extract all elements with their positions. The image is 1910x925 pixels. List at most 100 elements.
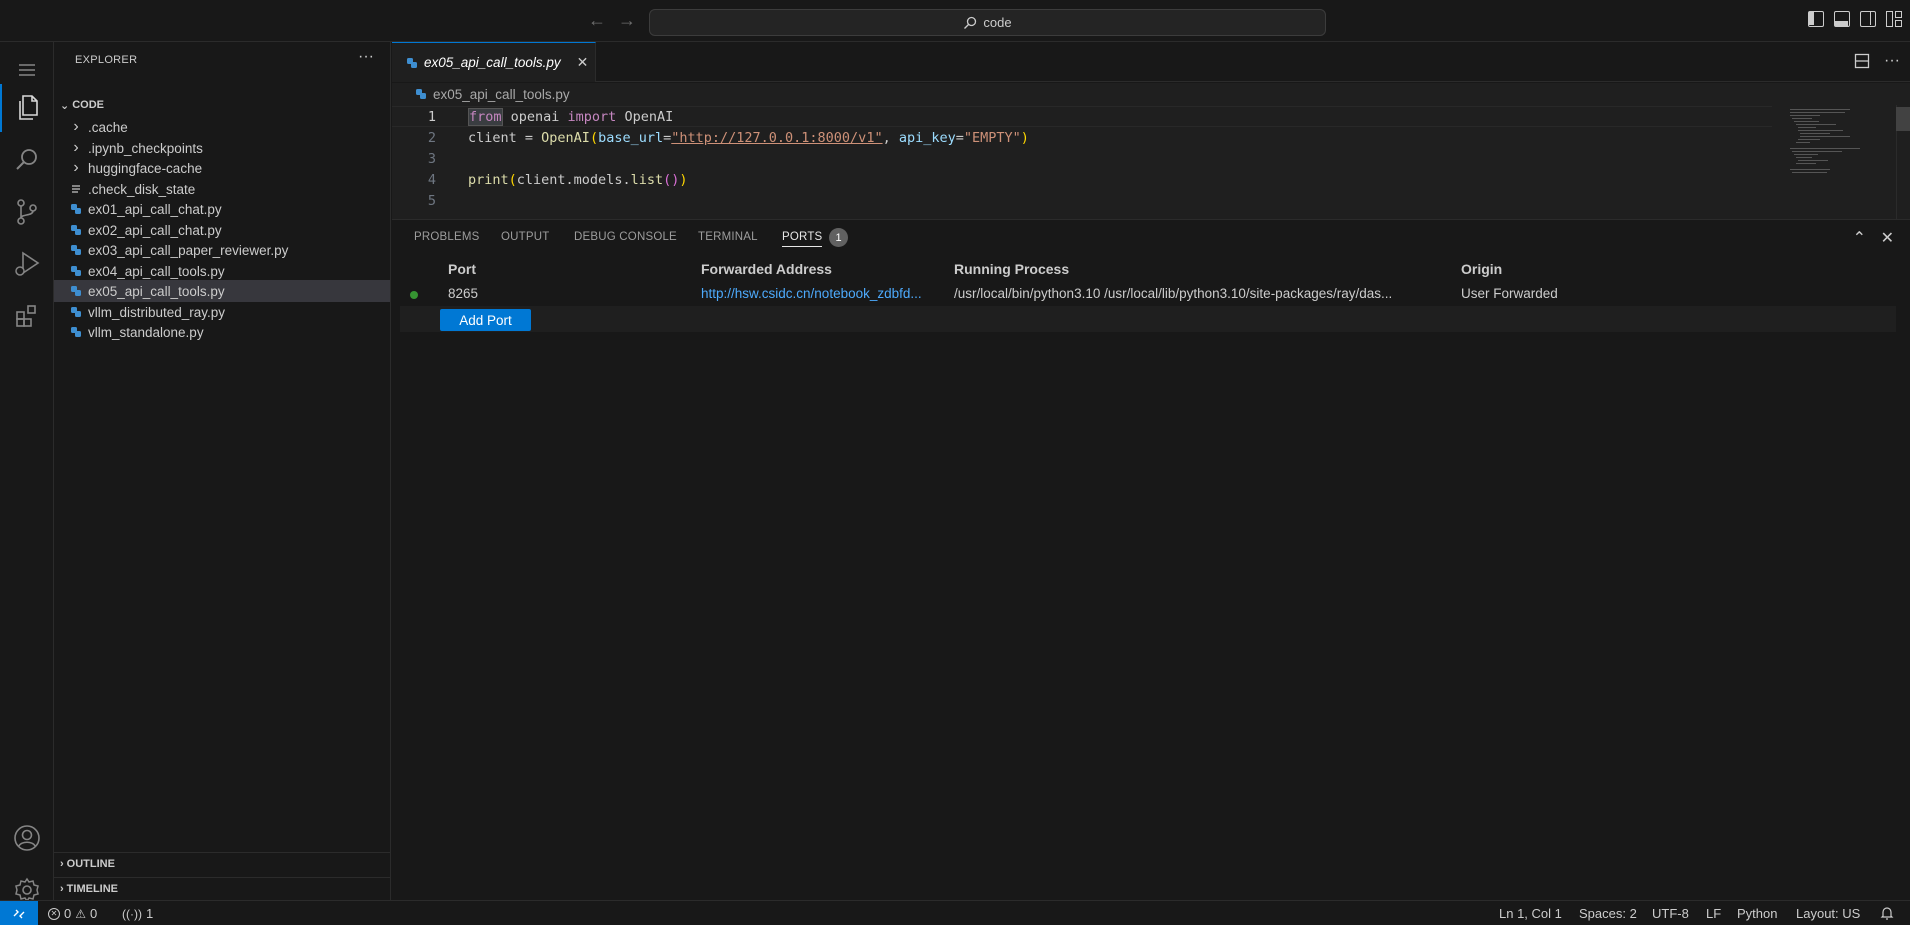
editor-scrollbar[interactable]	[1896, 105, 1910, 219]
column-header-forwarded-address[interactable]: Forwarded Address	[701, 261, 832, 277]
notifications-bell-icon[interactable]	[1880, 906, 1894, 920]
minimap[interactable]	[1790, 107, 1890, 197]
code-token: (	[508, 171, 517, 188]
chevron-right-icon: ›	[73, 139, 79, 156]
close-panel-icon[interactable]: ✕	[1881, 228, 1894, 248]
code-token: base_url	[598, 129, 664, 146]
problems-status[interactable]: ✕ 0 ⚠ 0	[48, 906, 97, 921]
editor-more-actions-icon[interactable]: ···	[1884, 52, 1900, 70]
file-tree-item[interactable]: › .cache	[54, 116, 390, 138]
customize-layout-icon[interactable]	[1886, 11, 1902, 27]
arrow-left-icon[interactable]: ←	[588, 11, 606, 29]
code-line[interactable]: 2 client = OpenAI(base_url = "http://127.0…	[392, 127, 1772, 148]
file-tree-item[interactable]: ex02_api_call_chat.py	[54, 219, 390, 241]
code-line[interactable]: 1 from openai import OpenAI	[392, 106, 1772, 127]
python-file-icon	[416, 89, 426, 99]
code-token: client =	[468, 129, 542, 146]
file-tree-item-label: .ipynb_checkpoints	[88, 140, 203, 156]
explorer-sidebar: EXPLORER ··· ⌄ CODE › .cache › .ipynb_check…	[54, 42, 391, 900]
cursor-position[interactable]: Ln 1, Col 1	[1499, 906, 1562, 921]
file-tree-item[interactable]: › huggingface-cache	[54, 157, 390, 179]
add-port-button[interactable]: Add Port	[440, 309, 531, 331]
end-of-line[interactable]: LF	[1706, 906, 1721, 921]
folder-root-header[interactable]: ⌄ CODE	[54, 94, 391, 116]
code-line[interactable]: 5	[392, 190, 1772, 211]
file-tree-item[interactable]: vllm_standalone.py	[54, 321, 390, 343]
code-token: from	[468, 107, 503, 126]
code-token: openai	[502, 108, 568, 125]
tab-output[interactable]: OUTPUT	[501, 231, 549, 243]
file-tree-item[interactable]: ex03_api_call_paper_reviewer.py	[54, 239, 390, 261]
code-token: )	[1020, 129, 1029, 146]
tab-problems[interactable]: PROBLEMS	[414, 231, 480, 243]
timeline-section-header[interactable]: › TIMELINE	[54, 877, 391, 899]
breadcrumb[interactable]: ex05_api_call_tools.py	[392, 83, 1910, 105]
search-icon	[964, 16, 977, 29]
file-tree-item[interactable]: ex01_api_call_chat.py	[54, 198, 390, 220]
encoding[interactable]: UTF-8	[1652, 906, 1689, 921]
toggle-secondary-sidebar-icon[interactable]	[1860, 11, 1876, 27]
tab-terminal[interactable]: TERMINAL	[698, 231, 758, 243]
code-editor[interactable]: 1 from openai import OpenAI 2 client = O…	[392, 105, 1910, 219]
code-token: import	[567, 108, 617, 125]
run-debug-icon[interactable]	[0, 240, 54, 288]
search-icon[interactable]	[0, 136, 54, 184]
ports-status[interactable]: ((·)) 1	[122, 906, 153, 921]
file-tree-item[interactable]: vllm_distributed_ray.py	[54, 301, 390, 323]
column-header-running-process[interactable]: Running Process	[954, 261, 1069, 277]
command-center-search[interactable]: code	[649, 9, 1326, 36]
file-tree-item-label: ex05_api_call_tools.py	[88, 283, 225, 299]
broadcast-icon: ((·))	[122, 906, 142, 921]
extensions-icon[interactable]	[0, 292, 54, 340]
close-tab-icon[interactable]: ✕	[577, 54, 589, 71]
remote-indicator-icon[interactable]	[0, 901, 38, 925]
file-tree-item[interactable]: ex05_api_call_tools.py	[54, 280, 390, 302]
more-actions-icon[interactable]: ···	[358, 48, 374, 66]
file-tree-item-label: huggingface-cache	[88, 160, 203, 176]
code-token: )	[679, 171, 688, 188]
code-line[interactable]: 4 print(client.models.list())	[392, 169, 1772, 190]
file-tree-item[interactable]: ex04_api_call_tools.py	[54, 260, 390, 282]
language-mode[interactable]: Python	[1737, 906, 1777, 921]
toggle-panel-icon[interactable]	[1834, 11, 1850, 27]
outline-section-header[interactable]: › OUTLINE	[54, 852, 391, 874]
indentation[interactable]: Spaces: 2	[1579, 906, 1637, 921]
file-tree-item[interactable]: › .ipynb_checkpoints	[54, 137, 390, 159]
forwarded-address-link[interactable]: http://hsw.csidc.cn/notebook_zdbfd...	[701, 286, 922, 301]
python-file-icon	[68, 324, 84, 340]
tab-ports[interactable]: PORTS	[782, 231, 823, 247]
editor-tab-ex05[interactable]: ex05_api_call_tools.py ✕	[392, 42, 596, 82]
port-status-indicator	[410, 291, 418, 299]
account-icon[interactable]	[0, 814, 54, 862]
line-number: 3	[427, 150, 436, 167]
maximize-panel-icon[interactable]: ⌃	[1853, 228, 1866, 248]
breadcrumb-file[interactable]: ex05_api_call_tools.py	[433, 87, 570, 102]
column-header-origin[interactable]: Origin	[1461, 261, 1502, 277]
warning-count: 0	[90, 906, 98, 921]
code-line[interactable]: 3	[392, 148, 1772, 169]
arrow-right-icon[interactable]: →	[618, 11, 636, 29]
python-file-icon	[68, 242, 84, 258]
code-token: "EMPTY"	[963, 129, 1021, 146]
keyboard-layout[interactable]: Layout: US	[1796, 906, 1860, 921]
chevron-right-icon: ›	[73, 118, 79, 135]
file-tree-item[interactable]: .check_disk_state	[54, 178, 390, 200]
running-process: /usr/local/bin/python3.10 /usr/local/lib…	[954, 286, 1393, 301]
python-file-icon	[68, 263, 84, 279]
tab-debug-console[interactable]: DEBUG CONSOLE	[574, 231, 677, 243]
port-row[interactable]: 8265 http://hsw.csidc.cn/notebook_zdbfd.…	[400, 282, 1896, 306]
chevron-right-icon: ›	[73, 159, 79, 176]
explorer-icon[interactable]	[0, 84, 54, 132]
port-number[interactable]: 8265	[448, 286, 478, 301]
toggle-primary-sidebar-icon[interactable]	[1808, 11, 1824, 27]
sidebar-title: EXPLORER	[75, 54, 138, 66]
code-token: api_key	[898, 129, 956, 146]
split-editor-icon[interactable]	[1854, 53, 1870, 69]
column-header-port[interactable]: Port	[448, 261, 476, 277]
source-control-icon[interactable]	[0, 188, 54, 236]
add-port-row: Add Port	[400, 306, 1896, 332]
code-token: ,	[882, 129, 899, 146]
file-tree-item-label: .cache	[88, 119, 128, 135]
file-tree-item-label: ex01_api_call_chat.py	[88, 201, 222, 217]
error-count: 0	[64, 906, 72, 921]
